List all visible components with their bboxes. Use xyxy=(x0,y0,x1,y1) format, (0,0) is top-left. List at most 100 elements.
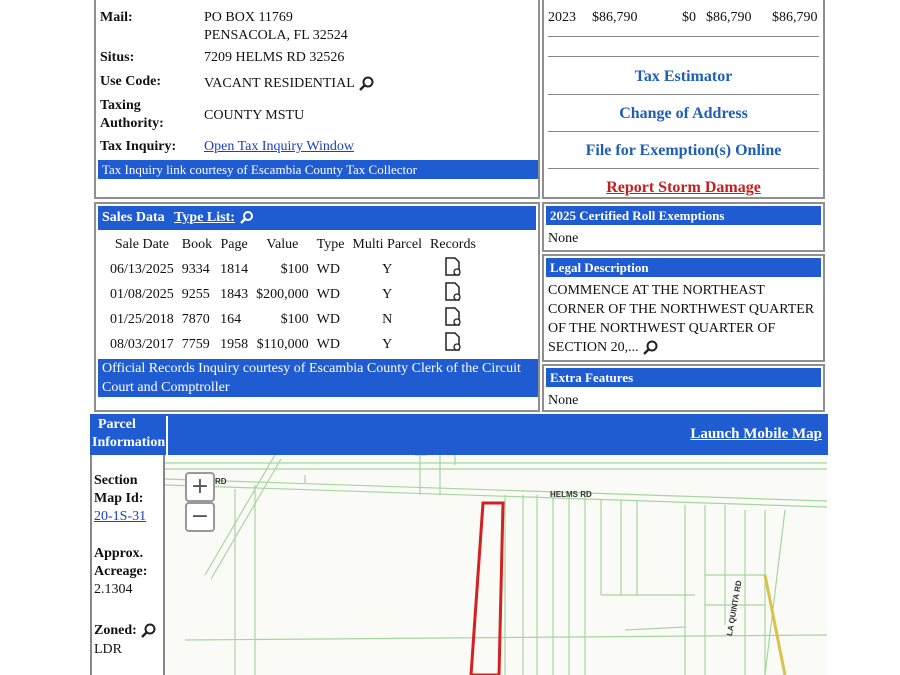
use-code-label: Use Code: xyxy=(100,74,162,89)
legal-description-text: COMMENCE AT THE NORTHEAST CORNER OF THE … xyxy=(548,283,815,355)
records-cell xyxy=(426,307,480,332)
table-row: 01/25/2018 7870 164 $100 WD N xyxy=(106,307,480,332)
type: WD xyxy=(316,261,340,277)
section-map-id-link[interactable]: 20-1S-31 xyxy=(94,509,146,525)
legal-description-title: Legal Description xyxy=(546,258,821,277)
magnifier-icon[interactable] xyxy=(238,210,254,226)
book: 7759 xyxy=(181,336,210,352)
parcel-map[interactable]: HELMS RD LA QUINTA RD RD + − xyxy=(165,455,827,675)
page: 1958 xyxy=(220,336,249,352)
parcel-map-lines xyxy=(165,455,827,675)
document-icon[interactable] xyxy=(444,282,462,302)
tax-estimator-link[interactable]: Tax Estimator xyxy=(548,58,819,95)
page: 1814 xyxy=(220,261,249,277)
assessment-land: $86,790 xyxy=(592,10,638,25)
situs-label: Situs: xyxy=(100,50,135,65)
change-of-address-link[interactable]: Change of Address xyxy=(548,95,819,132)
zoned-label: Zoned: xyxy=(94,623,137,639)
situs-value: 7209 HELMS RD 32526 xyxy=(204,50,345,65)
zoom-out-button[interactable]: − xyxy=(185,502,215,532)
use-code-value: VACANT RESIDENTIAL xyxy=(204,76,374,92)
section-label-1: Section xyxy=(94,473,138,488)
table-row: 06/13/2025 9334 1814 $100 WD Y xyxy=(106,257,480,282)
acreage-value: 2.1304 xyxy=(94,582,133,597)
sale-date: 06/13/2025 xyxy=(110,261,174,277)
sale-date: 01/08/2025 xyxy=(110,286,174,302)
helms-rd-label: HELMS RD xyxy=(550,490,592,499)
tax-inquiry-label: Tax Inquiry: xyxy=(100,139,177,154)
parcel-title-2: Information xyxy=(92,435,166,450)
col-page: Page xyxy=(220,236,248,252)
legal-description-body: COMMENCE AT THE NORTHEAST CORNER OF THE … xyxy=(544,279,823,359)
taxing-authority-value: COUNTY MSTU xyxy=(204,108,305,123)
magnifier-icon[interactable] xyxy=(358,76,374,92)
parcel-title-1: Parcel xyxy=(98,417,136,432)
mail-line2: PENSACOLA, FL 32524 xyxy=(204,28,348,43)
divider xyxy=(548,56,819,57)
taxing-authority-label-2: Authority: xyxy=(100,116,164,131)
extra-features-value: None xyxy=(548,393,579,408)
records-cell xyxy=(426,257,480,282)
assessment-total: $86,790 xyxy=(706,10,752,25)
book: 9334 xyxy=(181,261,210,277)
mail-line1: PO BOX 11769 xyxy=(204,10,293,25)
parcel-info-header: Parcel Information Launch Mobile Map xyxy=(90,414,828,455)
sale-date: 08/03/2017 xyxy=(110,336,174,352)
value: $200,000 xyxy=(256,286,309,302)
divider xyxy=(548,36,819,37)
records-cell xyxy=(426,332,480,357)
col-records: Records xyxy=(430,236,476,252)
value: $110,000 xyxy=(256,336,309,352)
exemptions-title: 2025 Certified Roll Exemptions xyxy=(546,206,821,225)
report-storm-damage-link[interactable]: Report Storm Damage xyxy=(548,169,819,197)
multi-parcel: Y xyxy=(382,286,393,302)
zoned-value: LDR xyxy=(94,642,122,657)
page: 164 xyxy=(220,311,242,327)
sales-header: Sales Data Type List: xyxy=(98,206,536,230)
launch-mobile-map-link[interactable]: Launch Mobile Map xyxy=(690,426,822,443)
col-type: Type xyxy=(316,236,345,252)
multi-parcel: Y xyxy=(382,261,393,277)
magnifier-icon[interactable] xyxy=(140,623,156,639)
book: 7870 xyxy=(181,311,210,327)
mail-label: Mail: xyxy=(100,10,133,25)
type: WD xyxy=(316,286,340,302)
value: $100 xyxy=(280,311,309,327)
use-code-text: VACANT RESIDENTIAL xyxy=(204,76,355,92)
exemptions-panel: 2025 Certified Roll Exemptions None xyxy=(542,202,825,252)
col-value: Value xyxy=(266,236,299,252)
col-sale-date: Sale Date xyxy=(114,236,169,252)
col-multi-parcel: Multi Parcel xyxy=(352,236,423,252)
parcel-title: Parcel Information xyxy=(92,416,168,455)
col-book: Book xyxy=(181,236,213,252)
section-label-2: Map Id: xyxy=(94,491,144,506)
document-icon[interactable] xyxy=(444,332,462,352)
sales-data-panel: Sales Data Type List: Sale Date Book Pag… xyxy=(94,202,540,412)
value: $100 xyxy=(280,261,309,277)
page: 1843 xyxy=(220,286,249,302)
document-icon[interactable] xyxy=(444,257,462,277)
zoom-in-button[interactable]: + xyxy=(185,472,215,502)
owner-info-panel: Mail: PO BOX 11769 PENSACOLA, FL 32524 S… xyxy=(94,0,540,199)
assessment-year: 2023 xyxy=(548,10,576,25)
type: WD xyxy=(316,311,340,327)
file-exemption-link[interactable]: File for Exemption(s) Online xyxy=(548,132,819,169)
sales-table: Sale Date Book Page Value Type Multi Par… xyxy=(106,232,480,357)
book: 9255 xyxy=(181,286,210,302)
document-icon[interactable] xyxy=(444,307,462,327)
table-row: 08/03/2017 7759 1958 $110,000 WD Y xyxy=(106,332,480,357)
tax-inquiry-note: Tax Inquiry link courtesy of Escambia Co… xyxy=(98,160,538,179)
rd-fragment-label: RD xyxy=(215,477,227,486)
acreage-label-1: Approx. xyxy=(94,546,144,561)
open-tax-inquiry-link[interactable]: Open Tax Inquiry Window xyxy=(204,139,354,155)
magnifier-icon[interactable] xyxy=(642,340,658,356)
type-list-link[interactable]: Type List: xyxy=(174,210,235,225)
extra-features-title: Extra Features xyxy=(546,368,821,387)
assessment-links-panel: 2023 $86,790 $0 $86,790 $86,790 Tax Esti… xyxy=(542,0,825,199)
taxing-authority-label-1: Taxing xyxy=(100,98,141,113)
parcel-info-sidebar: Section Map Id: 20-1S-31 Approx. Acreage… xyxy=(90,455,165,675)
assessment-cap-val: $86,790 xyxy=(772,10,818,25)
records-cell xyxy=(426,282,480,307)
multi-parcel: Y xyxy=(382,336,393,352)
official-records-note: Official Records Inquiry courtesy of Esc… xyxy=(98,359,538,397)
